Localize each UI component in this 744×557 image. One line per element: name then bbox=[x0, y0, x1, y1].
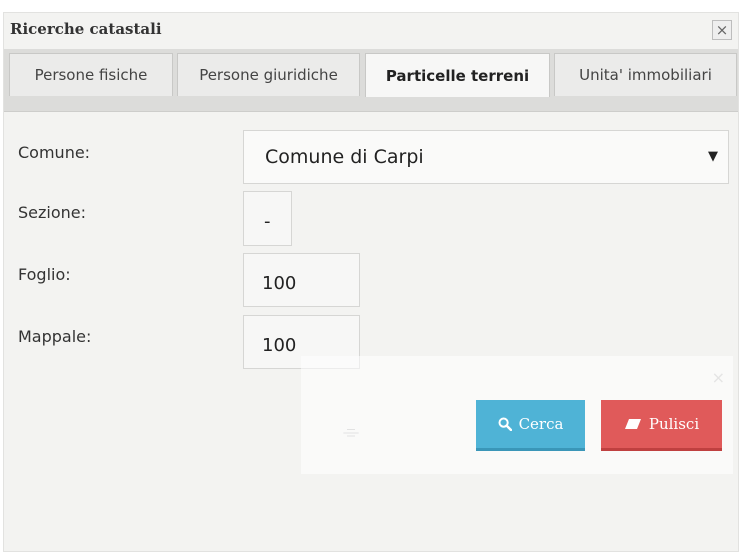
faded-logo-icon: ⌯ bbox=[343, 419, 359, 443]
comune-select-value: Comune di Carpi bbox=[265, 146, 424, 168]
clear-button-label: Pulisci bbox=[648, 415, 700, 433]
close-button[interactable]: × bbox=[712, 20, 732, 40]
search-icon bbox=[498, 417, 512, 431]
search-dialog: Ricerche catastali × Persone fisiche Per… bbox=[3, 12, 739, 552]
search-button[interactable]: Cerca bbox=[476, 400, 585, 451]
clear-button[interactable]: Pulisci bbox=[601, 400, 722, 451]
search-button-label: Cerca bbox=[518, 415, 564, 433]
tab-particelle-terreni[interactable]: Particelle terreni bbox=[365, 53, 550, 97]
mappale-label: Mappale: bbox=[18, 327, 92, 346]
chevron-down-icon: ▼ bbox=[708, 149, 718, 164]
comune-label: Comune: bbox=[18, 143, 91, 162]
tab-persone-fisiche[interactable]: Persone fisiche bbox=[9, 53, 173, 96]
tab-persone-giuridiche[interactable]: Persone giuridiche bbox=[177, 53, 360, 96]
faded-close-icon: × bbox=[711, 368, 725, 387]
dialog-titlebar: Ricerche catastali × bbox=[4, 13, 738, 49]
eraser-icon bbox=[624, 418, 642, 430]
tab-bar: Persone fisiche Persone giuridiche Parti… bbox=[4, 49, 738, 112]
sezione-input[interactable]: - bbox=[243, 191, 292, 246]
foglio-input[interactable]: 100 bbox=[243, 253, 360, 307]
tab-unita-immobiliari[interactable]: Unita' immobiliari bbox=[554, 53, 737, 96]
sezione-label: Sezione: bbox=[18, 203, 87, 222]
comune-select[interactable]: Comune di Carpi ▼ bbox=[243, 130, 729, 184]
dialog-title: Ricerche catastali bbox=[10, 20, 162, 38]
action-overlay: × ⌯ Cerca Pulisci bbox=[301, 356, 733, 474]
close-icon: × bbox=[715, 21, 729, 39]
foglio-label: Foglio: bbox=[18, 265, 71, 284]
